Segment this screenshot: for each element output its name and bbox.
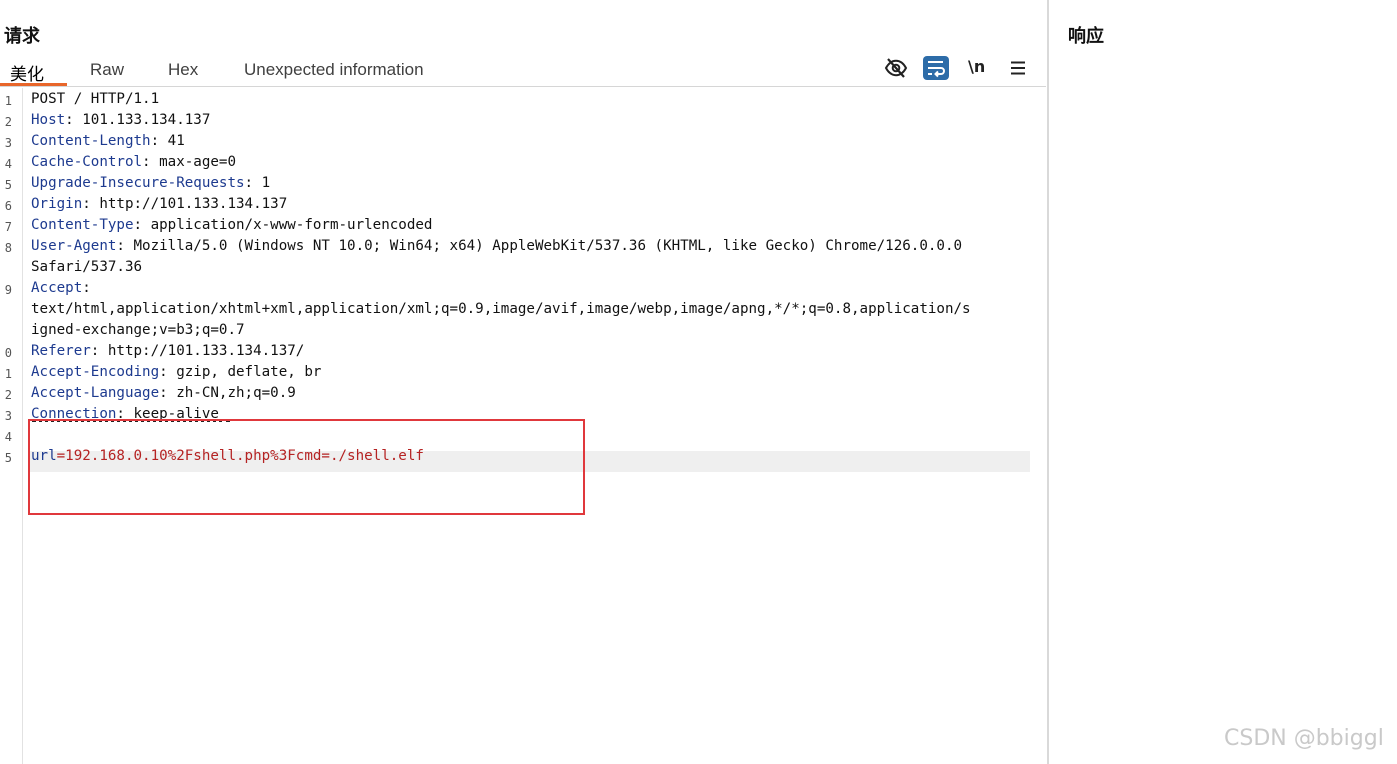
line-number: 1 xyxy=(4,94,12,108)
header-name: Content-Length xyxy=(31,133,151,149)
header-line: Content-Type: application/x-www-form-url… xyxy=(31,215,432,236)
header-name: Accept-Language xyxy=(31,385,160,401)
header-line: Cache-Control: max-age=0 xyxy=(31,152,236,173)
response-title: 响应 xyxy=(1068,26,1104,47)
header-value: : 41 xyxy=(150,133,185,149)
line-number: 2 xyxy=(4,388,12,402)
header-value: : xyxy=(82,280,91,296)
line-number: 5 xyxy=(4,178,12,192)
header-name: Accept xyxy=(31,280,83,296)
header-name: Origin xyxy=(31,196,83,212)
line-number: 3 xyxy=(4,409,12,423)
line-number: 2 xyxy=(4,115,12,129)
tab-raw[interactable]: Raw xyxy=(90,60,124,80)
line-number: 0 xyxy=(4,346,12,360)
tab-unexpected-information[interactable]: Unexpected information xyxy=(244,60,424,80)
header-value: : http://101.133.134.137/ xyxy=(90,343,305,359)
request-title: 请求 xyxy=(4,26,40,47)
line-number: 7 xyxy=(4,220,12,234)
header-line: Host: 101.133.134.137 xyxy=(31,110,210,131)
header-value: : max-age=0 xyxy=(142,154,237,170)
header-value: : 101.133.134.137 xyxy=(65,112,211,128)
highlight-box xyxy=(28,419,585,515)
line-number: 4 xyxy=(4,157,12,171)
response-pane: 响应 xyxy=(1049,0,1397,764)
wrapped-line: Safari/537.36 xyxy=(31,259,143,275)
header-line: Accept: xyxy=(31,278,91,299)
header-name: Cache-Control xyxy=(31,154,143,170)
line-number: 6 xyxy=(4,199,12,213)
header-value: : zh-CN,zh;q=0.9 xyxy=(159,385,296,401)
wrapped-line: igned-exchange;v=b3;q=0.7 xyxy=(31,322,245,338)
eye-slash-icon[interactable] xyxy=(884,56,908,80)
header-value: : application/x-www-form-urlencoded xyxy=(133,217,433,233)
watermark: CSDN @bbiggl xyxy=(1224,726,1384,751)
header-line: Accept-Language: zh-CN,zh;q=0.9 xyxy=(31,383,296,404)
request-tabs: 美化 Raw Hex Unexpected information \n xyxy=(0,56,1046,87)
wrap-text-icon[interactable] xyxy=(923,56,949,80)
line-number: 3 xyxy=(4,136,12,150)
header-line: Upgrade-Insecure-Requests: 1 xyxy=(31,173,270,194)
header-name: User-Agent xyxy=(31,238,117,254)
header-value: : gzip, deflate, br xyxy=(159,364,322,380)
show-newlines-button[interactable]: \n xyxy=(968,57,988,81)
header-name: Referer xyxy=(31,343,91,359)
active-tab-indicator xyxy=(0,83,67,86)
header-line: Origin: http://101.133.134.137 xyxy=(31,194,287,215)
hamburger-menu-icon[interactable] xyxy=(1009,56,1027,80)
header-name: Content-Type xyxy=(31,217,134,233)
tab-pretty[interactable]: 美化 xyxy=(10,60,44,85)
header-name: Accept-Encoding xyxy=(31,364,160,380)
request-line: POST / HTTP/1.1 xyxy=(31,91,160,107)
line-number-gutter: 1 2 3 4 5 6 7 8 9 0 1 2 3 4 5 xyxy=(0,88,23,764)
header-line: Accept-Encoding: gzip, deflate, br xyxy=(31,362,321,383)
header-value: : http://101.133.134.137 xyxy=(82,196,288,212)
line-number: 8 xyxy=(4,241,12,255)
line-number: 4 xyxy=(4,430,12,444)
wrapped-line: text/html,application/xhtml+xml,applicat… xyxy=(31,301,971,317)
header-name: Upgrade-Insecure-Requests xyxy=(31,175,245,191)
line-number: 1 xyxy=(4,367,12,381)
header-line: Content-Length: 41 xyxy=(31,131,185,152)
header-value: : 1 xyxy=(244,175,271,191)
line-number: 9 xyxy=(4,283,12,297)
header-name: Host xyxy=(31,112,66,128)
header-line: User-Agent: Mozilla/5.0 (Windows NT 10.0… xyxy=(31,236,962,257)
tab-hex[interactable]: Hex xyxy=(168,60,198,80)
line-number: 5 xyxy=(4,451,12,465)
header-value: : Mozilla/5.0 (Windows NT 10.0; Win64; x… xyxy=(116,238,963,254)
header-line: Referer: http://101.133.134.137/ xyxy=(31,341,304,362)
request-pane: 请求 美化 Raw Hex Unexpected information \n xyxy=(0,0,1047,764)
